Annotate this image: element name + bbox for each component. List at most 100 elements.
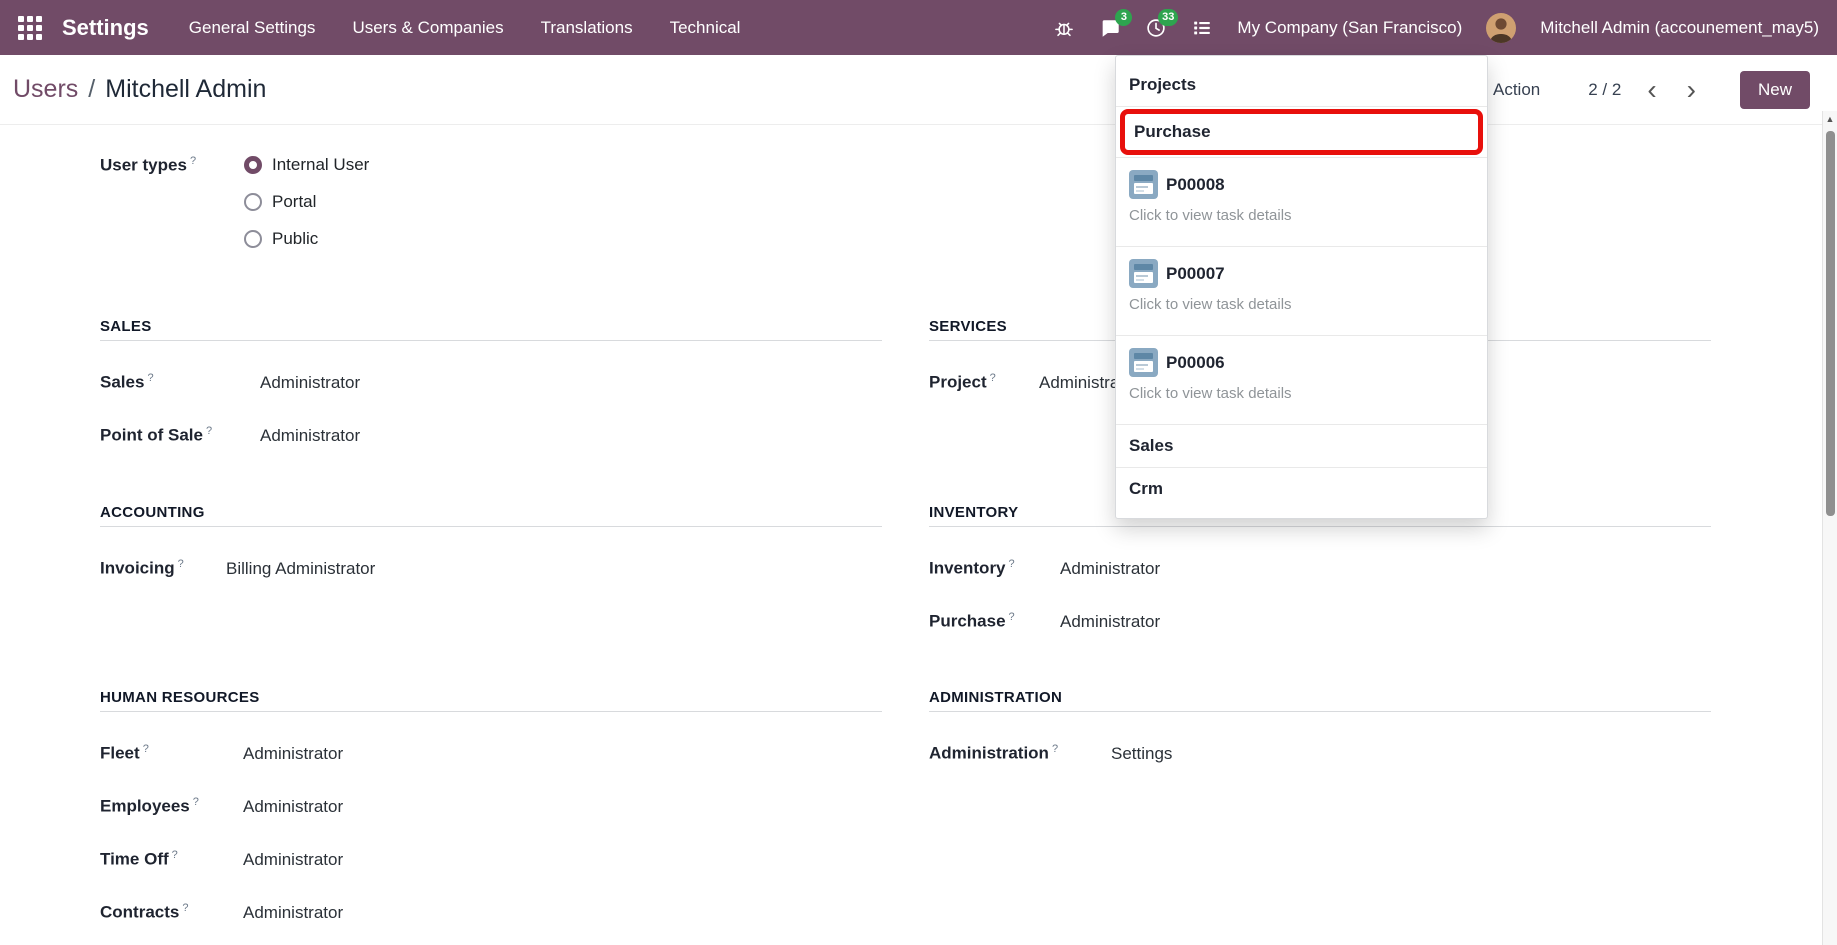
- pager-previous-button[interactable]: ‹: [1643, 76, 1660, 104]
- action-label: Action: [1493, 80, 1540, 100]
- menu-technical[interactable]: Technical: [670, 18, 741, 38]
- apps-grid-icon[interactable]: [18, 16, 42, 40]
- menu-users-companies[interactable]: Users & Companies: [352, 18, 503, 38]
- task-card-icon: [1129, 170, 1158, 199]
- menu-general-settings[interactable]: General Settings: [189, 18, 316, 38]
- radio-portal[interactable]: Portal: [244, 183, 369, 220]
- breadcrumb-separator: /: [88, 75, 95, 104]
- field-row-inventory: Inventory? Administrator: [929, 542, 1711, 595]
- help-icon[interactable]: ?: [193, 796, 199, 808]
- field-row-point-of-sale: Point of Sale? Administrator: [100, 409, 882, 462]
- field-row-employees: Employees? Administrator: [100, 780, 882, 833]
- top-navbar: Settings General Settings Users & Compan…: [0, 0, 1837, 55]
- section-human-resources: HUMAN RESOURCES Fleet? Administrator Emp…: [100, 688, 882, 939]
- task-sublabel: Click to view task details: [1129, 296, 1474, 333]
- menu-translations[interactable]: Translations: [541, 18, 633, 38]
- help-icon[interactable]: ?: [172, 849, 178, 861]
- help-icon[interactable]: ?: [1052, 743, 1058, 755]
- messages-badge: 3: [1115, 9, 1132, 26]
- field-value[interactable]: Settings: [1111, 744, 1172, 764]
- section-sales: SALES Sales? Administrator Point of Sale…: [100, 317, 882, 462]
- scroll-up-icon[interactable]: ▲: [1823, 111, 1837, 127]
- context-dropdown-menu: Projects Purchase P00008 Click to view t…: [1115, 55, 1488, 519]
- field-row-administration: Administration? Settings: [929, 727, 1711, 780]
- chevron-left-icon: ‹: [1647, 74, 1656, 105]
- help-icon[interactable]: ?: [1009, 558, 1015, 570]
- radio-label: Internal User: [272, 155, 369, 175]
- field-label: Purchase: [929, 612, 1006, 631]
- task-card-icon: [1129, 348, 1158, 377]
- radio-icon: [244, 156, 262, 174]
- bug-icon[interactable]: [1053, 17, 1075, 39]
- messages-icon[interactable]: 3: [1099, 17, 1121, 39]
- user-types-options: Internal User Portal Public: [244, 146, 369, 257]
- task-card-icon: [1129, 259, 1158, 288]
- field-label: Invoicing: [100, 559, 175, 578]
- section-title: SALES: [100, 317, 882, 341]
- section-title: ADMINISTRATION: [929, 688, 1711, 712]
- company-switcher[interactable]: My Company (San Francisco): [1237, 18, 1462, 38]
- section-accounting: ACCOUNTING Invoicing? Billing Administra…: [100, 503, 882, 595]
- dropdown-task-p00006[interactable]: P00006 Click to view task details: [1116, 336, 1487, 424]
- field-row-sales: Sales? Administrator: [100, 356, 882, 409]
- field-value[interactable]: Administrator: [260, 373, 360, 393]
- field-label: Employees: [100, 797, 190, 816]
- field-value[interactable]: Administrator: [243, 903, 343, 923]
- field-row-time-off: Time Off? Administrator: [100, 833, 882, 886]
- field-row-contracts: Contracts? Administrator: [100, 886, 882, 939]
- section-administration: ADMINISTRATION Administration? Settings: [929, 688, 1711, 780]
- help-icon[interactable]: ?: [206, 425, 212, 437]
- breadcrumb: Users / Mitchell Admin: [13, 75, 266, 104]
- list-menu-icon[interactable]: [1191, 17, 1213, 39]
- activities-clock-icon[interactable]: 33: [1145, 17, 1167, 39]
- activities-badge: 33: [1158, 9, 1178, 26]
- field-label: Point of Sale: [100, 426, 203, 445]
- radio-label: Public: [272, 229, 318, 249]
- dropdown-item-sales[interactable]: Sales: [1116, 425, 1487, 467]
- radio-internal-user[interactable]: Internal User: [244, 146, 369, 183]
- field-value[interactable]: Billing Administrator: [226, 559, 375, 579]
- field-value[interactable]: Administrator: [260, 426, 360, 446]
- task-sublabel: Click to view task details: [1129, 207, 1474, 244]
- scrollbar-thumb[interactable]: [1826, 131, 1835, 516]
- dropdown-separator: [1116, 106, 1487, 107]
- dropdown-task-p00007[interactable]: P00007 Click to view task details: [1116, 247, 1487, 335]
- field-label: Project: [929, 373, 987, 392]
- new-button[interactable]: New: [1740, 71, 1810, 109]
- field-row-invoicing: Invoicing? Billing Administrator: [100, 542, 882, 595]
- user-menu[interactable]: Mitchell Admin (accounement_may5): [1540, 18, 1819, 38]
- control-panel-right: ⚙ Action 2 / 2 ‹ › New: [1469, 71, 1810, 109]
- field-value[interactable]: Administrator: [243, 850, 343, 870]
- chevron-right-icon: ›: [1687, 74, 1696, 105]
- main-menu: General Settings Users & Companies Trans…: [189, 18, 741, 38]
- vertical-scrollbar[interactable]: ▲: [1822, 111, 1837, 945]
- user-avatar[interactable]: [1486, 13, 1516, 43]
- dropdown-task-p00008[interactable]: P00008 Click to view task details: [1116, 158, 1487, 246]
- dropdown-item-crm[interactable]: Crm: [1116, 468, 1487, 510]
- dropdown-item-projects[interactable]: Projects: [1116, 64, 1487, 106]
- control-panel: Users / Mitchell Admin ⚙ Action 2 / 2 ‹ …: [0, 55, 1837, 125]
- field-label: Contracts: [100, 903, 179, 922]
- app-name[interactable]: Settings: [62, 15, 149, 41]
- field-value[interactable]: Administrator: [243, 797, 343, 817]
- help-icon[interactable]: ?: [143, 743, 149, 755]
- field-value[interactable]: Administrator: [243, 744, 343, 764]
- help-icon[interactable]: ?: [178, 558, 184, 570]
- radio-public[interactable]: Public: [244, 220, 369, 257]
- dropdown-item-purchase[interactable]: Purchase: [1120, 109, 1483, 155]
- field-label: Fleet: [100, 744, 140, 763]
- help-icon[interactable]: ?: [990, 372, 996, 384]
- help-icon[interactable]: ?: [190, 155, 196, 167]
- help-icon[interactable]: ?: [182, 902, 188, 914]
- help-icon[interactable]: ?: [1009, 611, 1015, 623]
- field-value[interactable]: Administrator: [1060, 612, 1160, 632]
- section-title: HUMAN RESOURCES: [100, 688, 882, 712]
- task-label: P00008: [1166, 175, 1225, 195]
- radio-label: Portal: [272, 192, 316, 212]
- pager-next-button[interactable]: ›: [1683, 76, 1700, 104]
- field-label: Sales: [100, 373, 144, 392]
- field-value[interactable]: Administrator: [1060, 559, 1160, 579]
- task-label: P00007: [1166, 264, 1225, 284]
- breadcrumb-users-link[interactable]: Users: [13, 75, 78, 104]
- help-icon[interactable]: ?: [147, 372, 153, 384]
